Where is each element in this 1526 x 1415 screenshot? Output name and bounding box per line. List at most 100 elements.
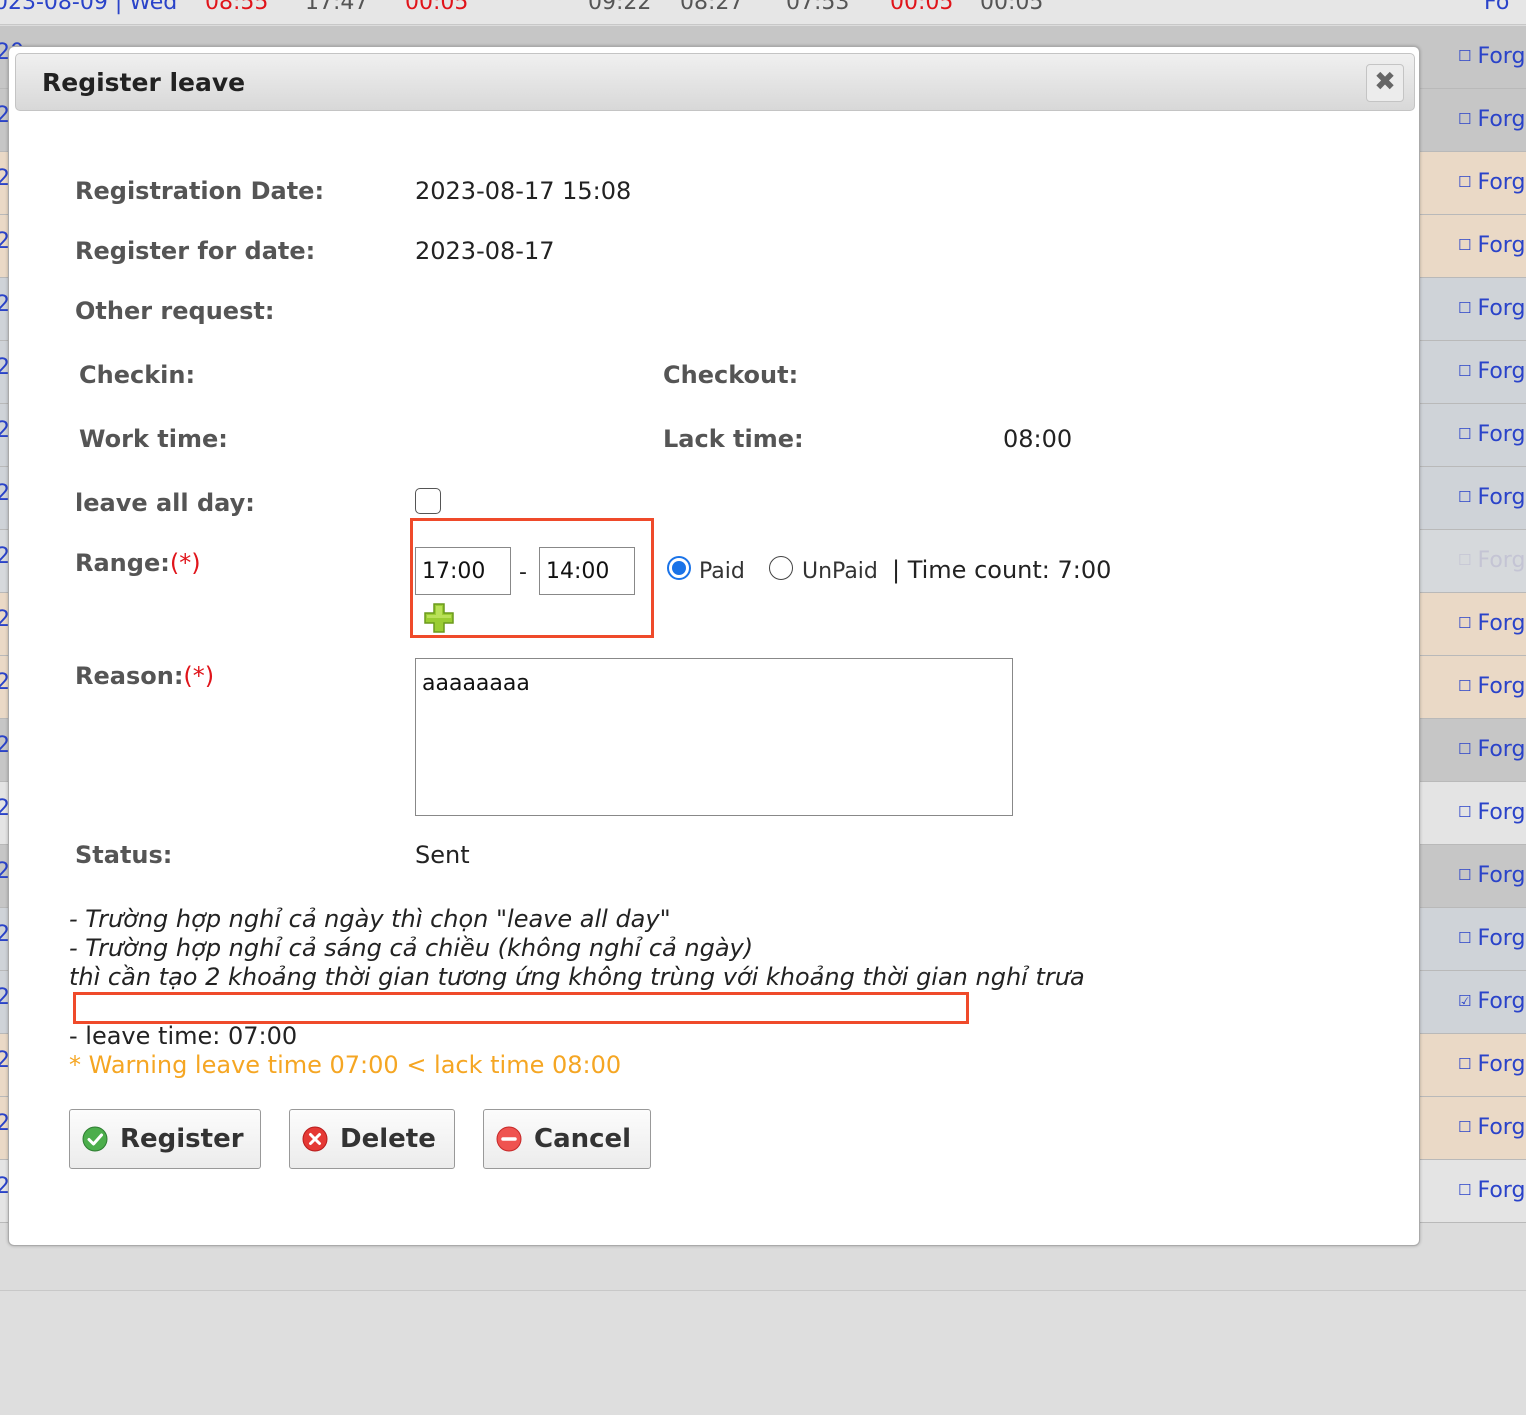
- checkbox-icon[interactable]: ☐: [1458, 236, 1471, 254]
- forgot-link[interactable]: ☐ Forg: [1458, 611, 1525, 636]
- checkbox-icon[interactable]: ☐: [1458, 488, 1471, 506]
- bg-time-fragment: 09:22: [588, 0, 652, 15]
- forgot-link[interactable]: ☐ Forg: [1458, 1178, 1525, 1203]
- dialog-title: Register leave: [42, 68, 246, 97]
- forgot-link[interactable]: ☐ Forg: [1458, 1052, 1525, 1077]
- checkout-label: Checkout:: [663, 361, 799, 389]
- bg-time-fragment: 17:47: [305, 0, 369, 15]
- reason-label: Reason:(*): [75, 662, 214, 690]
- range-label: Range:(*): [75, 549, 201, 577]
- range-from-input[interactable]: [415, 547, 511, 595]
- delete-button[interactable]: Delete: [289, 1109, 455, 1169]
- lack-time-label: Lack time:: [663, 425, 804, 453]
- range-label-text: Range:: [75, 549, 170, 577]
- forgot-link[interactable]: ☐ Forg: [1458, 1115, 1525, 1140]
- checkbox-icon[interactable]: ☐: [1458, 173, 1471, 191]
- register-for-date-label: Register for date:: [75, 237, 316, 265]
- forgot-link[interactable]: ☐ Forg: [1458, 44, 1525, 69]
- check-circle-icon: [82, 1126, 108, 1152]
- note-line: thì cần tạo 2 khoảng thời gian tương ứng…: [69, 963, 1085, 991]
- work-time-label: Work time:: [79, 425, 228, 453]
- paid-radio[interactable]: [667, 556, 691, 580]
- registration-date-label: Registration Date:: [75, 177, 325, 205]
- checkbox-icon[interactable]: ☐: [1458, 1118, 1471, 1136]
- checked-checkbox-icon[interactable]: ☑: [1458, 992, 1471, 1010]
- forgot-link[interactable]: ☐ Forg: [1458, 170, 1525, 195]
- time-count: | Time count: 7:00: [892, 556, 1112, 584]
- forgot-link[interactable]: ☐ Forg: [1458, 737, 1525, 762]
- forgot-link-label: Forg: [1477, 926, 1526, 951]
- bg-time-fragment: 00:05: [890, 0, 954, 15]
- forgot-link-label: Forg: [1477, 989, 1526, 1014]
- checkbox-icon[interactable]: ☐: [1458, 1181, 1471, 1199]
- forgot-link[interactable]: ☐ Forg: [1458, 800, 1525, 825]
- note-line: - Trường hợp nghỉ cả ngày thì chọn "leav…: [69, 905, 671, 933]
- minus-circle-icon: [496, 1126, 522, 1152]
- forgot-link[interactable]: ☐ Forg: [1458, 863, 1525, 888]
- forgot-link[interactable]: ☐ Forg: [1458, 233, 1525, 258]
- leave-all-day-checkbox[interactable]: [415, 488, 441, 514]
- checkbox-icon[interactable]: ☐: [1458, 866, 1471, 884]
- bg-time-fragment: 08:55: [205, 0, 269, 15]
- checkbox-icon[interactable]: ☐: [1458, 740, 1471, 758]
- checkbox-icon[interactable]: ☐: [1458, 929, 1471, 947]
- unpaid-radio[interactable]: [769, 556, 793, 580]
- forgot-link[interactable]: ☐ Forg: [1458, 548, 1525, 573]
- forgot-link[interactable]: ☐ Forg: [1458, 107, 1525, 132]
- forgot-link-label: Forg: [1477, 1052, 1526, 1077]
- warning-text: * Warning leave time 07:00 < lack time 0…: [69, 1051, 622, 1079]
- forgot-link[interactable]: ☐ Forg: [1458, 359, 1525, 384]
- status-label: Status:: [75, 841, 173, 869]
- other-request-label: Other request:: [75, 297, 275, 325]
- dialog-titlebar[interactable]: Register leave ✖: [15, 53, 1415, 111]
- checkbox-icon[interactable]: ☐: [1458, 803, 1471, 821]
- cancel-button[interactable]: Cancel: [483, 1109, 651, 1169]
- close-icon[interactable]: ✖: [1366, 64, 1404, 102]
- unpaid-label: UnPaid: [802, 559, 878, 584]
- forgot-link-label: Forg: [1477, 611, 1526, 636]
- checkbox-icon[interactable]: ☐: [1458, 362, 1471, 380]
- forgot-link[interactable]: ☐ Forg: [1458, 485, 1525, 510]
- forgot-link-label: Forg: [1477, 107, 1526, 132]
- checkbox-icon[interactable]: ☐: [1458, 110, 1471, 128]
- checkbox-icon[interactable]: ☐: [1458, 299, 1471, 317]
- checkbox-icon[interactable]: ☐: [1458, 614, 1471, 632]
- checkin-label: Checkin:: [79, 361, 196, 389]
- checkbox-icon[interactable]: ☐: [1458, 551, 1471, 569]
- bg-link-fragment: Fo: [1484, 0, 1510, 15]
- reason-textarea[interactable]: aaaaaaaa: [415, 658, 1013, 816]
- checkbox-icon[interactable]: ☐: [1458, 47, 1471, 65]
- lack-time-value: 08:00: [1003, 425, 1073, 453]
- range-to-input[interactable]: [539, 547, 635, 595]
- forgot-link[interactable]: ☑ Forg: [1458, 989, 1525, 1014]
- empty-highlight-box: [73, 992, 969, 1024]
- register-button[interactable]: Register: [69, 1109, 261, 1169]
- checkbox-icon[interactable]: ☐: [1458, 677, 1471, 695]
- required-mark: (*): [183, 662, 215, 690]
- bg-time-fragment: 00:05: [980, 0, 1044, 15]
- forgot-link[interactable]: ☐ Forg: [1458, 674, 1525, 699]
- range-separator: -: [519, 560, 527, 585]
- note-line: - Trường hợp nghỉ cả sáng cả chiều (khôn…: [69, 934, 754, 962]
- forgot-link-label: Forg: [1477, 422, 1526, 447]
- checkbox-icon[interactable]: ☐: [1458, 1055, 1471, 1073]
- paid-label: Paid: [699, 559, 745, 584]
- bg-time-fragment: 07:53: [786, 0, 850, 15]
- forgot-link-label: Forg: [1477, 548, 1526, 573]
- delete-x-icon: [302, 1126, 328, 1152]
- forgot-link[interactable]: ☐ Forg: [1458, 422, 1525, 447]
- register-for-date-value: 2023-08-17: [415, 237, 555, 265]
- forgot-link-label: Forg: [1477, 863, 1526, 888]
- forgot-link-label: Forg: [1477, 44, 1526, 69]
- add-range-icon[interactable]: [423, 602, 455, 634]
- forgot-link-label: Forg: [1477, 233, 1526, 258]
- forgot-link[interactable]: ☐ Forg: [1458, 296, 1525, 321]
- background-footer: [0, 1290, 1526, 1415]
- bg-date-fragment: 2023-08-09 | Wed: [0, 0, 178, 15]
- forgot-link-label: Forg: [1477, 359, 1526, 384]
- forgot-link-label: Forg: [1477, 296, 1526, 321]
- background-top-row: 2023-08-09 | Wed 08:55 17:47 00:05 09:22…: [0, 0, 1526, 25]
- forgot-link[interactable]: ☐ Forg: [1458, 926, 1525, 951]
- registration-date-value: 2023-08-17 15:08: [415, 177, 632, 205]
- checkbox-icon[interactable]: ☐: [1458, 425, 1471, 443]
